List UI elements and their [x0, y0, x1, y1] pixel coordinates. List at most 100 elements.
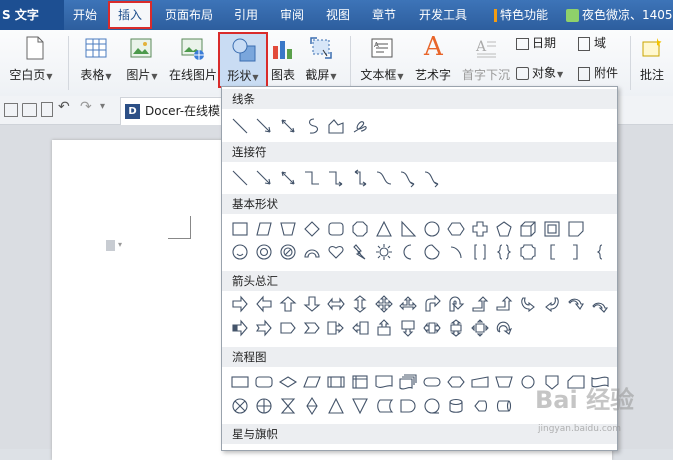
shape-option-cube-icon[interactable] [518, 219, 538, 239]
shape-option-aLR-icon[interactable] [326, 294, 346, 314]
shape-option-noent-icon[interactable] [278, 242, 298, 262]
tab-review[interactable]: 审阅 [272, 0, 312, 30]
shape-option-fAlt-icon[interactable] [254, 372, 274, 392]
redo-icon[interactable]: ↷ [80, 99, 92, 115]
shape-option-fSort-icon[interactable] [302, 396, 322, 416]
shape-option-fProc-icon[interactable] [230, 372, 250, 392]
shape-option-chevron-icon[interactable] [302, 318, 322, 338]
print-icon[interactable] [22, 103, 37, 117]
shape-option-elbowA-icon[interactable] [326, 168, 346, 188]
save-icon[interactable] [4, 103, 18, 117]
shape-option-brace2-icon[interactable] [494, 242, 514, 262]
shape-option-arrow-icon[interactable] [254, 168, 274, 188]
shape-option-curvD-icon[interactable] [590, 294, 610, 314]
shape-option-moon-icon[interactable] [398, 242, 418, 262]
shape-option-rbrk-icon[interactable] [566, 242, 586, 262]
shape-option-fPrep-icon[interactable] [446, 372, 466, 392]
shape-option-para-icon[interactable] [254, 219, 274, 239]
shape-option-fSum-icon[interactable] [230, 396, 250, 416]
shape-option-callR-icon[interactable] [326, 318, 346, 338]
export-pdf-icon[interactable] [41, 102, 53, 117]
shape-option-callLR-icon[interactable] [422, 318, 442, 338]
tab-references[interactable]: 引用 [226, 0, 266, 30]
shape-option-fMerge-icon[interactable] [350, 396, 370, 416]
shape-option-curvR-icon[interactable] [518, 294, 538, 314]
shape-option-brkt-icon[interactable] [470, 242, 490, 262]
blank-page-button[interactable]: 空白页▼ [0, 30, 62, 96]
shape-option-dbl-icon[interactable] [278, 168, 298, 188]
shape-option-freeform-icon[interactable] [326, 116, 346, 136]
shape-option-bentup-icon[interactable] [494, 294, 514, 314]
shape-option-tri-icon[interactable] [374, 219, 394, 239]
shape-option-octa-icon[interactable] [350, 219, 370, 239]
shape-option-aU-icon[interactable] [278, 294, 298, 314]
shape-option-trap-icon[interactable] [278, 219, 298, 239]
picture-button[interactable]: 图片▼ [120, 30, 164, 96]
shape-option-elbow-icon[interactable] [302, 168, 322, 188]
shape-option-fold-icon[interactable] [566, 219, 586, 239]
shape-option-fSeq-icon[interactable] [422, 396, 442, 416]
shape-option-striped-icon[interactable] [230, 318, 250, 338]
shape-option-bevel-icon[interactable] [542, 219, 562, 239]
shape-option-callD-icon[interactable] [398, 318, 418, 338]
shape-option-curv-icon[interactable] [374, 168, 394, 188]
shape-option-fMulti-icon[interactable] [398, 372, 418, 392]
app-name[interactable]: S 文字 [0, 0, 64, 30]
shape-option-lbrace-icon[interactable] [590, 242, 610, 262]
paragraph-option-icon[interactable] [106, 240, 115, 251]
shape-option-cross-icon[interactable] [470, 219, 490, 239]
tab-home[interactable]: 开始 [64, 0, 106, 30]
shape-option-call4-icon[interactable] [470, 318, 490, 338]
shape-option-aR-icon[interactable] [230, 294, 250, 314]
shape-option-callUD-icon[interactable] [446, 318, 466, 338]
shape-option-fMan-icon[interactable] [470, 372, 490, 392]
shape-option-fExt-icon[interactable] [326, 396, 346, 416]
field-button[interactable]: 域 [578, 34, 618, 52]
shape-option-curvA-icon[interactable] [422, 168, 442, 188]
online-picture-button[interactable]: 在线图片 [166, 30, 220, 96]
shape-option-tear-icon[interactable] [422, 242, 442, 262]
shape-option-fDec-icon[interactable] [278, 372, 298, 392]
shape-option-callL-icon[interactable] [350, 318, 370, 338]
date-button[interactable]: 日期 [516, 34, 568, 52]
tab-special-features[interactable]: 特色功能 [486, 0, 556, 30]
shape-option-aUD-icon[interactable] [350, 294, 370, 314]
shape-option-rect-icon[interactable] [230, 219, 250, 239]
shape-option-fManOp-icon[interactable] [494, 372, 514, 392]
shape-option-curve-icon[interactable] [302, 116, 322, 136]
shape-option-curvL-icon[interactable] [542, 294, 562, 314]
shape-option-donut-icon[interactable] [254, 242, 274, 262]
tab-developer[interactable]: 开发工具 [410, 0, 476, 30]
shape-option-elbowD-icon[interactable] [350, 168, 370, 188]
shape-option-bolt-icon[interactable] [350, 242, 370, 262]
shape-option-a3-icon[interactable] [398, 294, 418, 314]
shape-option-fDoc-icon[interactable] [374, 372, 394, 392]
tab-view[interactable]: 视图 [318, 0, 358, 30]
shape-option-notched-icon[interactable] [254, 318, 274, 338]
shape-option-fColl-icon[interactable] [278, 396, 298, 416]
shape-option-fDisp-icon[interactable] [470, 396, 490, 416]
shape-option-lup-icon[interactable] [470, 294, 490, 314]
table-button[interactable]: 表格▼ [76, 30, 116, 96]
shape-option-heart-icon[interactable] [326, 242, 346, 262]
shape-option-rrect-icon[interactable] [326, 219, 346, 239]
user-account[interactable]: 夜色微凉、1405 [566, 0, 673, 30]
shape-option-line-icon[interactable] [230, 116, 250, 136]
shape-option-aL-icon[interactable] [254, 294, 274, 314]
paragraph-option-chevron-icon[interactable]: ▾ [118, 240, 122, 249]
shape-option-circArr-icon[interactable] [494, 318, 514, 338]
shape-option-fData-icon[interactable] [302, 372, 322, 392]
shape-option-aD-icon[interactable] [302, 294, 322, 314]
shape-option-circle-icon[interactable] [422, 219, 442, 239]
tab-insert[interactable]: 插入 [108, 1, 152, 29]
shape-option-arrow-icon[interactable] [254, 116, 274, 136]
shape-option-curvA-icon[interactable] [398, 168, 418, 188]
shape-option-pent-icon[interactable] [278, 318, 298, 338]
shape-option-penta-icon[interactable] [494, 219, 514, 239]
shape-option-fStored-icon[interactable] [374, 396, 394, 416]
shape-option-fDirect-icon[interactable] [494, 396, 514, 416]
shape-option-fMag-icon[interactable] [446, 396, 466, 416]
shape-option-arc2-icon[interactable] [446, 242, 466, 262]
shape-option-fPre-icon[interactable] [326, 372, 346, 392]
shape-option-a4-icon[interactable] [374, 294, 394, 314]
